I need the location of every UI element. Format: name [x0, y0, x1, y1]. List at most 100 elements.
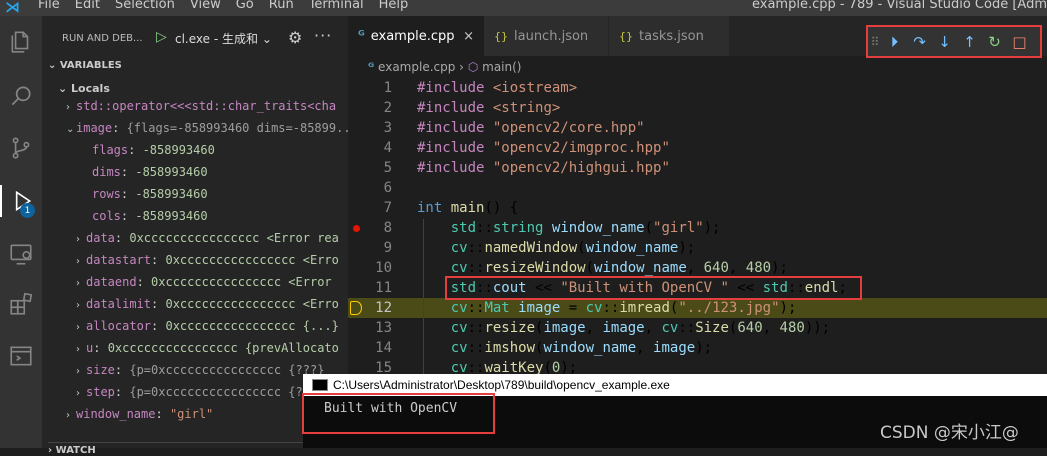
- variable-row[interactable]: ⌄ image: {flags=-858993460 dims=-85899...: [42, 121, 348, 143]
- code-text: int main() {: [417, 200, 519, 216]
- expand-icon[interactable]: ⌄: [66, 124, 76, 135]
- line-number[interactable]: 12: [348, 298, 392, 318]
- line-number[interactable]: 3: [348, 118, 392, 138]
- line-number[interactable]: 9: [348, 238, 392, 258]
- gear-icon[interactable]: ⚙: [288, 28, 302, 47]
- stop-icon[interactable]: □: [1007, 33, 1032, 51]
- menu-go[interactable]: Go: [236, 0, 254, 12]
- drag-handle-icon[interactable]: ⠿: [868, 35, 882, 49]
- menu-help[interactable]: Help: [379, 0, 409, 12]
- code-line[interactable]: 7 int main() {: [348, 198, 1047, 218]
- menu-edit[interactable]: Edit: [75, 0, 100, 12]
- debug-config-select[interactable]: cl.exe - 生成和 ⌄: [175, 30, 272, 47]
- explorer-icon[interactable]: [0, 22, 42, 62]
- expand-icon[interactable]: ›: [66, 102, 76, 113]
- step-into-icon[interactable]: ↓: [932, 33, 957, 51]
- more-actions-icon[interactable]: ···: [314, 26, 332, 45]
- code-line[interactable]: 12 cv::Mat image = cv::imread("../123.jp…: [348, 298, 1047, 318]
- debug-config-label: cl.exe - 生成和: [175, 32, 258, 46]
- locals-scope[interactable]: ⌄ Locals: [58, 82, 110, 95]
- terminal-panel-icon[interactable]: [0, 336, 42, 376]
- line-number[interactable]: 7: [348, 198, 392, 218]
- expand-icon[interactable]: ›: [76, 278, 86, 289]
- restart-icon[interactable]: ↻: [982, 33, 1007, 51]
- code-line[interactable]: 4 #include "opencv2/imgproc.hpp": [348, 138, 1047, 158]
- expand-icon[interactable]: ›: [76, 322, 86, 333]
- code-line[interactable]: 14 cv::imshow(window_name, image);: [348, 338, 1047, 358]
- expand-icon[interactable]: ›: [76, 344, 86, 355]
- separator: :: [120, 165, 136, 179]
- variable-name: std::operator<<<std::char_traits<cha: [76, 99, 337, 113]
- variable-row[interactable]: flags: -858993460: [42, 143, 348, 165]
- menu-terminal[interactable]: Terminal: [309, 0, 364, 12]
- line-number[interactable]: 4: [348, 138, 392, 158]
- line-number[interactable]: 11: [348, 278, 392, 298]
- breadcrumb-symbol[interactable]: main(): [482, 60, 521, 74]
- line-number[interactable]: 6: [348, 178, 392, 198]
- expand-icon[interactable]: ›: [76, 388, 86, 399]
- line-number[interactable]: 1: [348, 78, 392, 98]
- code-line[interactable]: 9 cv::namedWindow(window_name);: [348, 238, 1047, 258]
- tab-launch-json[interactable]: {} launch.json: [484, 16, 608, 56]
- vscode-logo-icon: ⋊: [5, 0, 20, 16]
- expand-icon[interactable]: ›: [76, 366, 86, 377]
- code-line[interactable]: 13 cv::resize(image, image, cv::Size(640…: [348, 318, 1047, 338]
- tab-example-cpp[interactable]: ᴳ example.cpp ×: [348, 16, 484, 56]
- variable-row[interactable]: › datalimit: 0xcccccccccccccccc <Erro: [42, 297, 348, 319]
- line-number[interactable]: 2: [348, 98, 392, 118]
- code-line[interactable]: 5 #include "opencv2/highgui.hpp": [348, 158, 1047, 178]
- separator: :: [128, 143, 143, 157]
- run-debug-icon[interactable]: 1: [0, 181, 42, 221]
- line-number[interactable]: 10: [348, 258, 392, 278]
- start-debugging-icon[interactable]: ▷: [156, 29, 167, 45]
- line-number[interactable]: 8: [348, 218, 392, 238]
- variables-section-header[interactable]: ⌄ VARIABLES: [48, 60, 122, 71]
- step-out-icon[interactable]: ↑: [957, 33, 982, 51]
- variable-row[interactable]: › datastart: 0xcccccccccccccccc <Erro: [42, 253, 348, 275]
- code-line[interactable]: 6: [348, 178, 1047, 198]
- code-line[interactable]: 2 #include <string>: [348, 98, 1047, 118]
- variable-row[interactable]: › data: 0xcccccccccccccccc <Error rea: [42, 231, 348, 253]
- line-number[interactable]: 5: [348, 158, 392, 178]
- remote-explorer-icon[interactable]: [0, 234, 42, 274]
- close-icon[interactable]: ×: [463, 16, 474, 58]
- extensions-icon[interactable]: [0, 284, 42, 324]
- expand-icon[interactable]: ›: [76, 256, 86, 267]
- variable-row[interactable]: cols: -858993460: [42, 209, 348, 231]
- code-line[interactable]: 1 #include <iostream>: [348, 78, 1047, 98]
- menu-view[interactable]: View: [190, 0, 221, 12]
- variable-name: size: [86, 363, 115, 377]
- menu-selection[interactable]: Selection: [115, 0, 175, 12]
- line-number[interactable]: 13: [348, 318, 392, 338]
- variable-row[interactable]: › u: 0xcccccccccccccccc {prevAllocato: [42, 341, 348, 363]
- continue-icon[interactable]: ⏵: [882, 33, 907, 51]
- variable-row[interactable]: › allocator: 0xcccccccccccccccc {...}: [42, 319, 348, 341]
- separator: :: [120, 209, 136, 223]
- search-icon[interactable]: [0, 76, 42, 116]
- activity-bar: 1: [0, 16, 42, 448]
- code-line[interactable]: 8 std::string window_name("girl");: [348, 218, 1047, 238]
- menu-run[interactable]: Run: [269, 0, 294, 12]
- breadcrumb-file[interactable]: example.cpp: [378, 60, 455, 74]
- variable-name: allocator: [86, 319, 152, 333]
- code-line[interactable]: 10 cv::resizeWindow(window_name, 640, 48…: [348, 258, 1047, 278]
- expand-icon[interactable]: ›: [66, 410, 76, 421]
- variable-row[interactable]: dims: -858993460: [42, 165, 348, 187]
- menu-file[interactable]: File: [38, 0, 60, 12]
- variable-name: cols: [92, 209, 121, 223]
- variable-row[interactable]: › dataend: 0xcccccccccccccccc <Error: [42, 275, 348, 297]
- tab-tasks-json[interactable]: {} tasks.json: [609, 16, 729, 56]
- code-line[interactable]: 3 #include "opencv2/core.hpp": [348, 118, 1047, 138]
- separator: :: [151, 319, 166, 333]
- variable-value: 0xcccccccccccccccc {prevAllocato: [107, 341, 339, 355]
- expand-icon[interactable]: ›: [76, 234, 86, 245]
- line-number[interactable]: 14: [348, 338, 392, 358]
- variable-name: dataend: [86, 275, 137, 289]
- variable-row[interactable]: rows: -858993460: [42, 187, 348, 209]
- separator: :: [114, 363, 130, 377]
- expand-icon[interactable]: ›: [76, 300, 86, 311]
- source-control-icon[interactable]: [0, 128, 42, 168]
- code-text: #include <string>: [417, 100, 561, 116]
- step-over-icon[interactable]: ↷: [907, 33, 932, 51]
- variable-row[interactable]: › std::operator<<<std::char_traits<cha: [42, 99, 348, 121]
